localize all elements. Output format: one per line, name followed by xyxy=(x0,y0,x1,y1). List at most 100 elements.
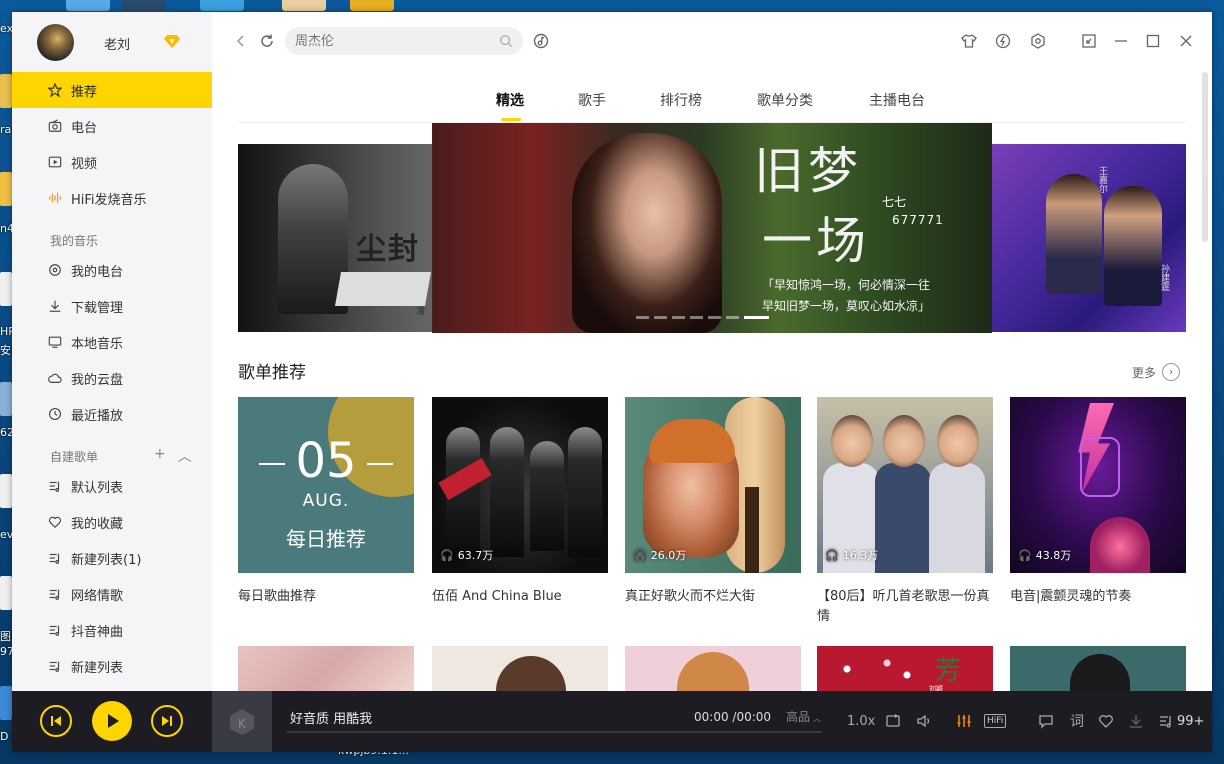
tab-featured[interactable]: 精选 xyxy=(496,90,524,110)
carousel-dot[interactable] xyxy=(654,316,667,319)
carousel-dot[interactable] xyxy=(690,316,703,319)
sidebar-item-playlist[interactable]: 新建列表(1) xyxy=(12,540,212,576)
sidebar-item-recent[interactable]: 最近播放 xyxy=(12,396,212,432)
sidebar-item-favorites[interactable]: 我的收藏 xyxy=(12,504,212,540)
desktop-icon[interactable] xyxy=(0,576,12,610)
sidebar-item-radio[interactable]: 电台 xyxy=(12,108,212,144)
song-title[interactable]: 好音质 用酷我 xyxy=(290,708,372,727)
playlist-title[interactable]: 【80后】听几首老歌思一份真情 xyxy=(817,587,993,627)
carousel-dot[interactable] xyxy=(708,316,721,319)
music-recognition-button[interactable] xyxy=(532,32,550,50)
comments-button[interactable] xyxy=(1038,711,1054,731)
desktop-icon[interactable] xyxy=(0,686,12,720)
banner-main[interactable]: 旧梦 一场 七七 677771 「早知惊鸿一场，何必情深一往 早知旧梦一场，莫叹… xyxy=(432,123,992,333)
play-button[interactable] xyxy=(92,701,132,741)
tab-anchor-radio[interactable]: 主播电台 xyxy=(869,90,925,110)
speed-mode-button[interactable] xyxy=(994,32,1012,50)
desktop-icon[interactable] xyxy=(282,0,326,11)
banner-right[interactable]: 王嘉尔 孙建霆 xyxy=(992,144,1186,332)
sidebar-item-playlist[interactable]: 网络情歌 xyxy=(12,576,212,612)
search-icon[interactable] xyxy=(499,34,513,48)
sidebar-item-video[interactable]: 视频 xyxy=(12,144,212,180)
progress-bar[interactable] xyxy=(287,731,822,733)
carousel-dot[interactable] xyxy=(726,316,739,319)
desktop-icon[interactable] xyxy=(122,0,166,11)
playlist-cover[interactable]: 🎧 43.8万 xyxy=(1010,397,1186,573)
sidebar-item-recommend[interactable]: 推荐 xyxy=(12,72,212,108)
diamond-icon[interactable] xyxy=(164,34,180,48)
carousel-dot-active[interactable] xyxy=(744,316,769,319)
hifi-button[interactable]: HiFi xyxy=(984,711,1007,731)
tab-playlist-categories[interactable]: 歌单分类 xyxy=(757,90,813,110)
settings-button[interactable] xyxy=(1029,32,1047,50)
quality-selector[interactable]: 高品 ︿ xyxy=(786,708,821,725)
playlist-title[interactable]: 真正好歌火而不烂大街 xyxy=(625,587,801,607)
tab-charts[interactable]: 排行榜 xyxy=(660,90,702,110)
tab-singers[interactable]: 歌手 xyxy=(578,90,606,110)
playlist-cover[interactable]: 05 AUG. 每日推荐 xyxy=(238,397,414,573)
refresh-button[interactable] xyxy=(258,32,276,50)
carousel-dot[interactable] xyxy=(672,316,685,319)
minimize-button[interactable] xyxy=(1112,32,1130,50)
sidebar-item-playlist[interactable]: 抖音神曲 xyxy=(12,612,212,648)
playlist-title[interactable]: 电音|震颤灵魂的节奏 xyxy=(1010,587,1186,607)
desktop-icon[interactable] xyxy=(0,74,12,108)
desktop-icon[interactable] xyxy=(350,0,394,11)
playlist-cover[interactable]: 🎧 63.7万 xyxy=(432,397,608,573)
sidebar-item-cloud[interactable]: 我的云盘 xyxy=(12,360,212,396)
playlist-card[interactable]: 05 AUG. 每日推荐 每日歌曲推荐 xyxy=(238,397,414,607)
playlist-cover[interactable] xyxy=(432,646,608,696)
sidebar-item-my-radio[interactable]: 我的电台 xyxy=(12,252,212,288)
more-button[interactable]: 更多 › xyxy=(1132,363,1181,381)
desktop-icon[interactable] xyxy=(0,172,12,206)
playlist-cover[interactable]: 芳 刘颖 xyxy=(817,646,993,696)
playlist-title[interactable]: 伍佰 And China Blue xyxy=(432,587,608,607)
album-thumbnail[interactable]: K xyxy=(212,691,272,752)
username[interactable]: 老刘 xyxy=(104,34,130,53)
loop-mode-button[interactable] xyxy=(885,711,901,731)
sidebar-item-playlist[interactable]: 默认列表 xyxy=(12,468,212,504)
next-button[interactable] xyxy=(151,705,183,737)
cover-figure xyxy=(568,427,602,557)
playlist-title[interactable]: 每日歌曲推荐 xyxy=(238,587,414,607)
close-button[interactable] xyxy=(1177,32,1195,50)
scrollbar[interactable] xyxy=(1202,72,1208,242)
desktop-icon[interactable] xyxy=(66,0,110,11)
desktop-icon[interactable] xyxy=(200,0,244,11)
desktop-icon[interactable] xyxy=(0,382,12,416)
desktop-icon[interactable] xyxy=(0,474,12,508)
desktop-icon[interactable] xyxy=(0,272,12,306)
volume-button[interactable] xyxy=(916,711,932,731)
equalizer-button[interactable] xyxy=(956,711,972,731)
playlist-card[interactable]: 🎧 16.3万 【80后】听几首老歌思一份真情 xyxy=(817,397,993,627)
carousel-dot[interactable] xyxy=(636,316,649,319)
playlist-cover[interactable]: 🎧 16.3万 xyxy=(817,397,993,573)
playback-speed-button[interactable]: 1.0x xyxy=(847,711,875,731)
add-playlist-icon[interactable]: + xyxy=(154,446,166,466)
banner-left[interactable]: 尘封 潘 xyxy=(238,144,434,332)
sidebar-item-downloads[interactable]: 下载管理 xyxy=(12,288,212,324)
playlist-card[interactable]: 🎧 26.0万 真正好歌火而不烂大街 xyxy=(625,397,801,607)
play-queue-button[interactable]: 99+ xyxy=(1158,711,1204,731)
avatar[interactable] xyxy=(37,24,74,61)
previous-button[interactable] xyxy=(40,705,72,737)
maximize-button[interactable] xyxy=(1144,32,1162,50)
lyrics-button[interactable]: 词 xyxy=(1070,711,1084,731)
favorite-button[interactable] xyxy=(1098,711,1114,731)
playlist-cover[interactable] xyxy=(625,646,801,696)
playlist-cover[interactable] xyxy=(238,646,414,696)
playlist-cover[interactable]: 🎧 26.0万 xyxy=(625,397,801,573)
sidebar-item-hifi[interactable]: HiFi发烧音乐 xyxy=(12,180,212,216)
sidebar-item-local-music[interactable]: 本地音乐 xyxy=(12,324,212,360)
download-button[interactable] xyxy=(1128,711,1144,731)
sidebar-item-playlist[interactable]: 新建列表 xyxy=(12,648,212,684)
skin-button[interactable] xyxy=(960,32,978,50)
mini-mode-button[interactable] xyxy=(1080,32,1098,50)
back-button[interactable] xyxy=(232,32,250,50)
collapse-icon[interactable]: ︿ xyxy=(178,446,192,466)
playlist-cover[interactable] xyxy=(1010,646,1186,696)
search-input[interactable] xyxy=(295,33,499,49)
search-box[interactable] xyxy=(285,27,523,55)
playlist-card[interactable]: 🎧 43.8万 电音|震颤灵魂的节奏 xyxy=(1010,397,1186,607)
playlist-card[interactable]: 🎧 63.7万 伍佰 And China Blue xyxy=(432,397,608,607)
